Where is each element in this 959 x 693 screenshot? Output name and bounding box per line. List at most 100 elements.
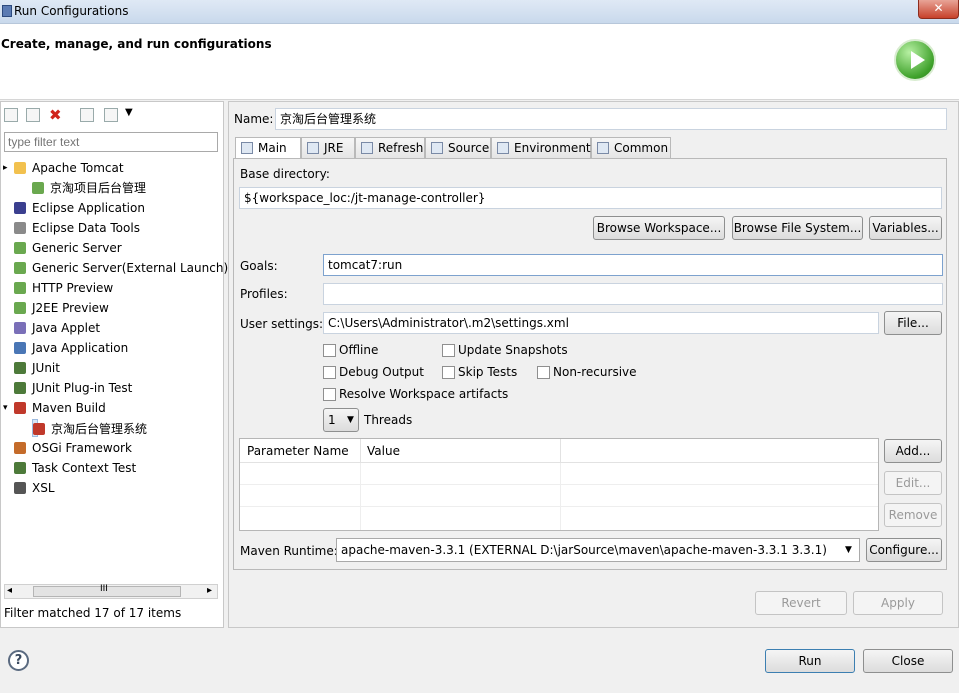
update-snapshots-checkbox[interactable] <box>442 344 455 357</box>
file-button[interactable]: File... <box>884 311 942 335</box>
tree-expander-icon[interactable]: ▾ <box>3 399 8 417</box>
revert-button[interactable]: Revert <box>755 591 847 615</box>
filter-icon[interactable] <box>104 108 118 122</box>
tab-label: Refresh <box>378 141 424 155</box>
delete-icon[interactable]: ✖ <box>49 106 62 124</box>
name-field[interactable]: 京淘后台管理系统 <box>275 108 947 130</box>
resolve-workspace-checkbox[interactable] <box>323 388 336 401</box>
tree-item-label: OSGi Framework <box>32 441 132 455</box>
variables-button[interactable]: Variables... <box>869 216 942 240</box>
tab-environment[interactable]: Environment <box>491 137 591 159</box>
tree-item-label: J2EE Preview <box>32 301 109 315</box>
junit-icon <box>14 362 26 374</box>
tree-item-label: XSL <box>32 481 55 495</box>
edit-parameter-button[interactable]: Edit... <box>884 471 942 495</box>
remove-parameter-button[interactable]: Remove <box>884 503 942 527</box>
user-settings-label: User settings: <box>240 317 324 331</box>
tree-item-label: Generic Server <box>32 241 122 255</box>
tree-item-label: HTTP Preview <box>32 281 114 295</box>
chevron-down-icon: ▼ <box>347 415 354 425</box>
column-divider <box>560 463 561 530</box>
goals-field[interactable]: tomcat7:run <box>323 254 943 276</box>
tab-label: JRE <box>324 141 344 155</box>
tab-main[interactable]: Main <box>235 137 301 160</box>
tree-item-label: JUnit Plug-in Test <box>32 381 133 395</box>
scroll-right-icon[interactable]: ▸ <box>207 585 212 596</box>
run-button[interactable]: Run <box>765 649 855 673</box>
junit-icon <box>14 462 26 474</box>
duplicate-icon[interactable] <box>26 108 40 122</box>
filter-status: Filter matched 17 of 17 items <box>4 606 182 620</box>
window-close-button[interactable]: ✕ <box>918 0 959 19</box>
scroll-left-icon[interactable]: ◂ <box>7 585 12 596</box>
title-bar: Run Configurations <box>0 0 959 24</box>
server-icon <box>14 302 26 314</box>
collapse-all-icon[interactable] <box>80 108 94 122</box>
user-settings-field[interactable]: C:\Users\Administrator\.m2\settings.xml <box>323 312 879 334</box>
tab-common[interactable]: Common <box>591 137 671 159</box>
offline-label: Offline <box>339 343 379 357</box>
maven-runtime-label: Maven Runtime: <box>240 544 338 558</box>
offline-checkbox[interactable] <box>323 344 336 357</box>
apply-button[interactable]: Apply <box>853 591 943 615</box>
filter-input[interactable] <box>4 132 218 152</box>
tab-jre[interactable]: JRE <box>301 137 355 159</box>
profiles-label: Profiles: <box>240 287 288 301</box>
profiles-field[interactable] <box>323 283 943 305</box>
help-icon[interactable]: ? <box>8 650 29 671</box>
main-tab-icon <box>241 142 253 154</box>
view-menu-icon[interactable]: ▼ <box>125 107 133 118</box>
maven-runtime-select[interactable]: apache-maven-3.3.1 (EXTERNAL D:\jarSourc… <box>336 538 860 562</box>
refresh-tab-icon <box>361 142 373 154</box>
browse-file-system-button[interactable]: Browse File System... <box>732 216 863 240</box>
scroll-grip: III <box>100 584 108 594</box>
browse-workspace-button[interactable]: Browse Workspace... <box>593 216 725 240</box>
tab-source[interactable]: Source <box>425 137 491 159</box>
tree-item-label: Java Applet <box>32 321 101 335</box>
m2-icon <box>14 402 26 414</box>
common-tab-icon <box>597 142 609 154</box>
scroll-thumb[interactable]: III <box>33 584 181 597</box>
new-config-icon[interactable] <box>4 108 18 122</box>
column-divider <box>360 439 361 463</box>
source-tab-icon <box>431 142 443 154</box>
horizontal-scrollbar[interactable]: ◂ III ▸ <box>4 584 218 599</box>
debug-output-checkbox[interactable] <box>323 366 336 379</box>
tab-label: Common <box>614 141 669 155</box>
threads-label: Threads <box>364 413 413 427</box>
tree-item[interactable]: 京淘后台管理系统 <box>32 419 147 437</box>
applet-icon <box>14 322 26 334</box>
server-icon <box>14 242 26 254</box>
skip-tests-checkbox[interactable] <box>442 366 455 379</box>
goals-label: Goals: <box>240 259 278 273</box>
base-directory-field[interactable]: ${workspace_loc:/jt-manage-controller} <box>239 187 942 209</box>
jre-tab-icon <box>307 142 319 154</box>
row-divider <box>240 506 878 507</box>
table-header: Parameter Name Value <box>240 439 878 463</box>
tab-label: Source <box>448 141 490 155</box>
column-value[interactable]: Value <box>367 444 400 458</box>
environment-tab-icon <box>497 142 509 154</box>
tree-expander-icon[interactable]: ▸ <box>3 159 8 177</box>
app-icon <box>2 5 12 17</box>
osgi-icon <box>14 442 26 454</box>
tree-item-label: Eclipse Data Tools <box>32 221 140 235</box>
add-parameter-button[interactable]: Add... <box>884 439 942 463</box>
update-snapshots-label: Update Snapshots <box>458 343 568 357</box>
tomcat-icon <box>14 162 26 174</box>
server-icon <box>14 282 26 294</box>
close-button[interactable]: Close <box>863 649 953 673</box>
server-config-icon <box>32 182 44 194</box>
eclipse-icon <box>14 202 26 214</box>
java-app-icon <box>14 342 26 354</box>
column-divider <box>560 439 561 463</box>
non-recursive-checkbox[interactable] <box>537 366 550 379</box>
dialog-header: Create, manage, and run configurations <box>0 24 959 100</box>
tab-refresh[interactable]: Refresh <box>355 137 425 159</box>
m2-icon <box>33 423 45 435</box>
threads-select[interactable]: 1 ▼ <box>323 408 359 432</box>
column-parameter-name[interactable]: Parameter Name <box>247 444 349 458</box>
parameters-table: Parameter Name Value <box>239 438 879 531</box>
row-divider <box>240 484 878 485</box>
configure-button[interactable]: Configure... <box>866 538 942 562</box>
